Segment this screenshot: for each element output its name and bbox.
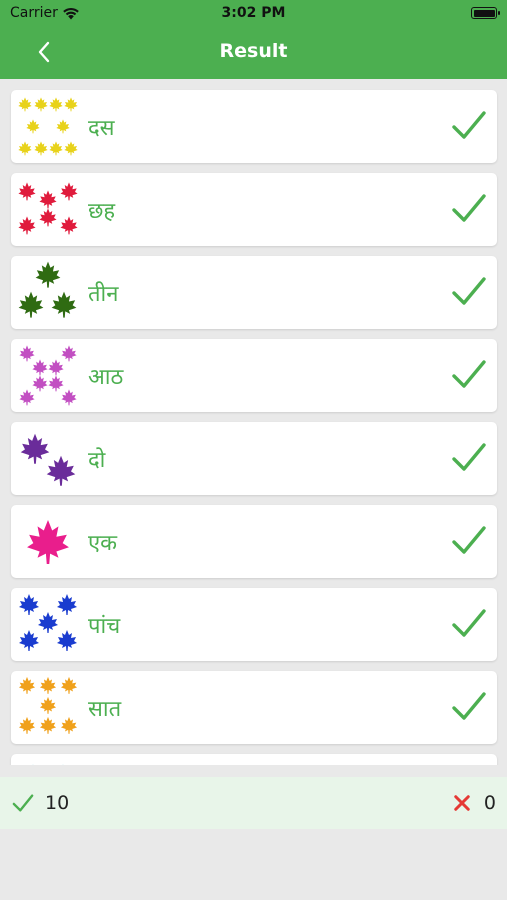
number-word: सात (88, 697, 122, 722)
leaf-icon (34, 141, 48, 156)
clock: 3:02 PM (221, 5, 286, 21)
leaf-count-image (20, 433, 76, 486)
result-row[interactable] (11, 754, 497, 765)
leaf-icon (19, 389, 35, 406)
leaf-icon (60, 676, 78, 694)
leaf-icon (49, 97, 63, 112)
correct-count: 10 (45, 792, 70, 814)
wrong-count: 0 (483, 792, 496, 814)
result-row[interactable]: छह (11, 173, 497, 246)
battery-icon (471, 7, 500, 19)
result-row[interactable]: तीन (11, 256, 497, 329)
leaf-icon (32, 359, 48, 376)
leaf-icon (39, 676, 57, 694)
leaf-count-image (18, 676, 78, 734)
leaf-icon (18, 676, 36, 694)
leaf-icon (57, 594, 77, 615)
number-word: एक (88, 531, 118, 556)
number-word: छह (88, 199, 116, 224)
result-row[interactable]: एक (11, 505, 497, 578)
leaf-count-image (32, 764, 64, 765)
leaf-count-image (27, 520, 69, 565)
leaf-icon (18, 141, 32, 156)
leaf-icon (48, 375, 64, 392)
leaf-icon (39, 716, 57, 734)
number-word: तीन (88, 282, 119, 307)
leaf-icon (64, 141, 78, 156)
status-bar: Carrier 3:02 PM (0, 5, 507, 23)
checkmark-icon (452, 609, 486, 637)
leaf-icon (32, 375, 48, 392)
number-word: पांच (88, 614, 121, 639)
checkmark-icon (452, 111, 486, 139)
leaf-icon (64, 97, 78, 112)
number-word: दो (88, 448, 106, 473)
leaf-icon (19, 345, 35, 362)
leaf-icon (48, 359, 64, 376)
checkmark-icon (452, 360, 486, 388)
leaf-count-image (19, 345, 77, 406)
cross-icon (454, 795, 470, 811)
leaf-count-image (19, 594, 77, 651)
leaf-icon (27, 520, 69, 565)
leaf-icon (60, 182, 78, 201)
leaf-icon (39, 208, 57, 227)
leaf-icon (32, 764, 34, 765)
leaf-icon (18, 291, 44, 318)
checkmark-icon (452, 277, 486, 305)
leaf-icon (60, 716, 78, 734)
leaf-icon (18, 182, 36, 201)
checkmark-icon (452, 443, 486, 471)
number-word: दस (88, 116, 115, 141)
result-row[interactable]: दो (11, 422, 497, 495)
checkmark-icon (452, 194, 486, 222)
leaf-icon (20, 433, 50, 464)
leaf-icon (35, 261, 61, 288)
leaf-icon (61, 345, 77, 362)
checkmark-icon (452, 526, 486, 554)
leaf-count-image (18, 97, 78, 156)
leaf-icon (51, 291, 77, 318)
leaf-icon (60, 216, 78, 235)
nav-bar: Carrier 3:02 PM Result (0, 0, 507, 79)
leaf-icon (19, 594, 39, 615)
leaf-icon (38, 612, 58, 633)
page-title: Result (219, 40, 288, 62)
leaf-icon (46, 455, 76, 486)
leaf-icon (34, 97, 48, 112)
leaf-icon (19, 630, 39, 651)
leaf-icon (56, 119, 70, 134)
leaf-icon (18, 97, 32, 112)
number-word: आठ (88, 365, 124, 390)
leaf-icon (18, 716, 36, 734)
results-list[interactable]: दस छह तीन आठ दो एक पांच सात (0, 79, 507, 765)
leaf-icon (49, 141, 63, 156)
checkmark-icon (12, 794, 34, 812)
result-row[interactable]: सात (11, 671, 497, 744)
leaf-icon (62, 764, 64, 765)
leaf-count-image (18, 182, 78, 235)
result-row[interactable]: आठ (11, 339, 497, 412)
result-row[interactable]: दस (11, 90, 497, 163)
summary-bar: 10 0 (0, 777, 507, 829)
leaf-icon (39, 696, 57, 714)
leaf-icon (61, 389, 77, 406)
checkmark-icon (452, 692, 486, 720)
result-row[interactable]: पांच (11, 588, 497, 661)
leaf-icon (39, 190, 57, 209)
leaf-count-image (18, 261, 77, 318)
leaf-icon (57, 630, 77, 651)
leaf-icon (18, 216, 36, 235)
leaf-icon (26, 119, 40, 134)
